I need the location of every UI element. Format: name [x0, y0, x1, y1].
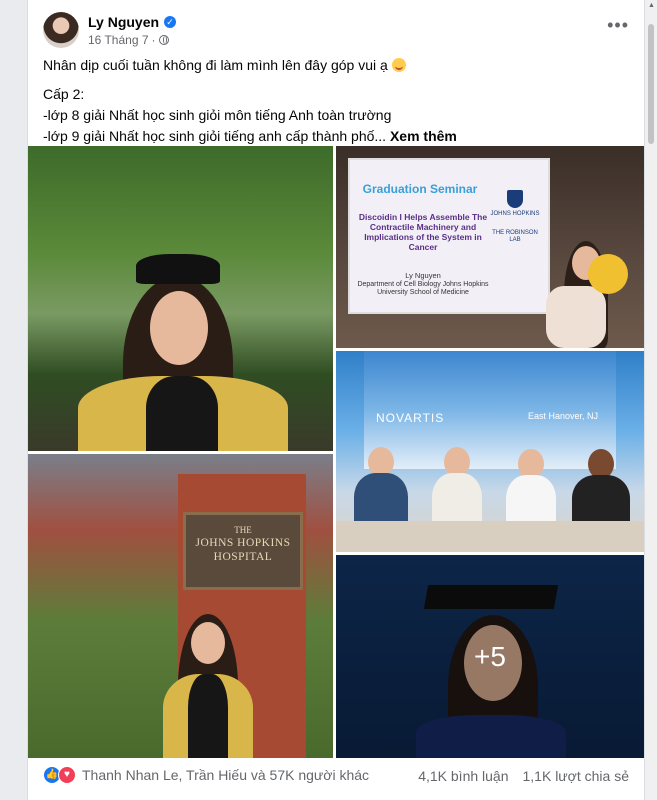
love-icon: ♥ — [58, 766, 76, 784]
shares-count[interactable]: 1,1K lượt chia sẻ — [523, 768, 630, 784]
photo-graduate-portrait[interactable] — [28, 146, 333, 451]
novartis-logo: NOVARTIS — [376, 411, 445, 425]
face-shape — [191, 622, 225, 664]
post-card: Ly Nguyen ✓ 16 Tháng 7 · ••• Nhân dịp cu… — [27, 0, 645, 800]
smile-emoji-icon — [391, 58, 406, 72]
post-line: -lớp 9 giải Nhất học sinh giỏi tiếng anh… — [43, 128, 457, 144]
novartis-location: East Hanover, NJ — [527, 411, 598, 421]
scroll-thumb[interactable] — [648, 24, 654, 144]
comments-count[interactable]: 4,1K bình luận — [418, 768, 508, 784]
globe-icon — [158, 35, 169, 45]
cap-shape — [136, 254, 220, 284]
photo-more[interactable]: +5 — [336, 555, 644, 758]
author-row: Ly Nguyen ✓ — [88, 14, 177, 30]
more-photos-overlay[interactable]: +5 — [336, 555, 644, 758]
post-header: Ly Nguyen ✓ 16 Tháng 7 · ••• — [43, 12, 629, 52]
face-shape — [150, 291, 208, 365]
more-options-icon[interactable]: ••• — [607, 16, 629, 34]
slide-author: Ly Nguyen Department of Cell Biology Joh… — [357, 271, 489, 297]
meta-separator: · — [151, 33, 156, 47]
slide-title: Graduation Seminar — [362, 182, 478, 196]
post-line: Nhân dịp cuối tuần không đi làm mình lên… — [43, 56, 629, 75]
author-name[interactable]: Ly Nguyen — [88, 14, 159, 30]
balloon-shape — [588, 254, 628, 294]
reactions-summary[interactable]: 👍 ♥ Thanh Nhan Le, Trần Hiếu và 57K ngườ… — [43, 766, 369, 784]
verified-icon: ✓ — [164, 16, 177, 28]
post-footer: 👍 ♥ Thanh Nhan Le, Trần Hiếu và 57K ngườ… — [43, 764, 629, 788]
photo-grid: Graduation Seminar Discoidin I Helps Ass… — [28, 146, 644, 758]
post-date[interactable]: 16 Tháng 7 — [88, 33, 149, 47]
post-line: Cấp 2: — [43, 86, 85, 102]
post-text: Nhân dịp cuối tuần không đi làm mình lên… — [43, 56, 629, 148]
photo-hospital[interactable]: THE JOHNS HOPKINS HOSPITAL — [28, 454, 333, 758]
post-meta: 16 Tháng 7 · — [88, 33, 169, 47]
see-more-link[interactable]: Xem thêm — [390, 128, 457, 144]
hospital-sign: THE JOHNS HOPKINS HOSPITAL — [183, 512, 303, 590]
scrollbar[interactable]: ▲ — [645, 0, 657, 800]
engagement-counts: 4,1K bình luận 1,1K lượt chia sẻ — [418, 768, 629, 784]
post-line: -lớp 8 giải Nhất học sinh giỏi môn tiếng… — [43, 107, 392, 123]
gown-panel-shape — [146, 376, 218, 451]
reactors-text: Thanh Nhan Le, Trần Hiếu và 57K người kh… — [82, 767, 370, 783]
more-photos-count: +5 — [474, 640, 506, 672]
seminar-screen: Graduation Seminar Discoidin I Helps Ass… — [348, 158, 550, 314]
novartis-banner: NOVARTIS East Hanover, NJ — [364, 351, 616, 469]
photo-seminar[interactable]: Graduation Seminar Discoidin I Helps Ass… — [336, 146, 644, 348]
avatar[interactable] — [43, 12, 79, 48]
desk-shape — [336, 521, 644, 552]
slide-logo: JOHNS HOPKINS THE ROBINSON LAB — [488, 190, 542, 244]
flowers-shape — [546, 286, 606, 348]
slide-subtitle: Discoidin I Helps Assemble The Contracti… — [358, 212, 488, 252]
photo-novartis[interactable]: NOVARTIS East Hanover, NJ — [336, 351, 644, 552]
gown-panel-shape — [188, 674, 228, 758]
scroll-up-icon[interactable]: ▲ — [648, 2, 655, 9]
shield-icon — [507, 190, 523, 208]
